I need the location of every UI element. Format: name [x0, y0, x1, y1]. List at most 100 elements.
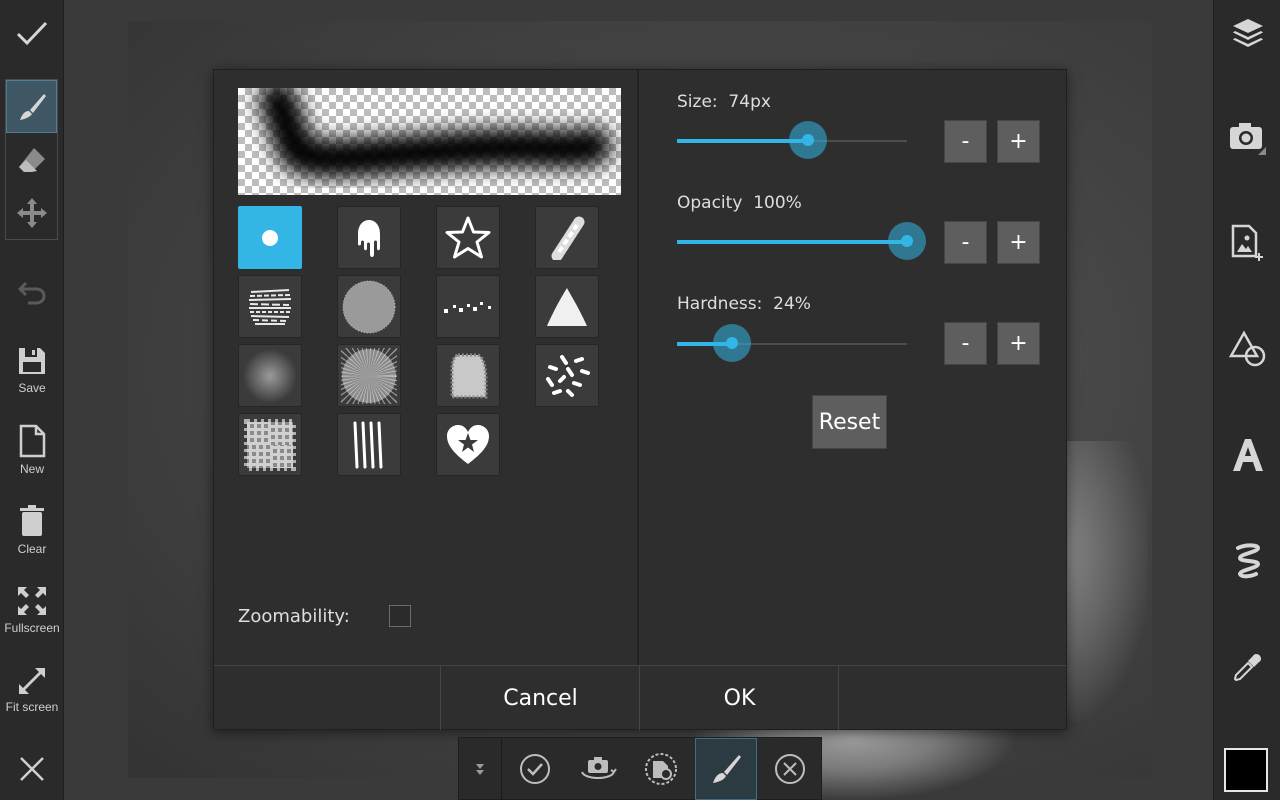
save-button[interactable]: Save: [0, 340, 64, 400]
brush-star[interactable]: [436, 206, 500, 269]
collapse-toolbar-button[interactable]: [459, 738, 501, 800]
close-circle-icon: [775, 754, 805, 784]
save-icon: [19, 348, 45, 374]
brush-soft-round[interactable]: [238, 344, 302, 407]
brush-icon: [713, 755, 741, 783]
apply-button[interactable]: [504, 738, 566, 800]
new-button[interactable]: New: [0, 420, 64, 480]
star-outline-icon: [445, 216, 491, 258]
text-button[interactable]: [1214, 430, 1280, 480]
brush-pencil-stroke[interactable]: [535, 206, 599, 269]
opacity-minus-button[interactable]: -: [944, 221, 987, 264]
move-icon: [16, 197, 47, 228]
squiggle-icon: [1235, 543, 1260, 579]
brush-preview: [238, 88, 621, 195]
brush-drip[interactable]: [337, 206, 401, 269]
rake-lines-icon: [353, 421, 383, 468]
size-slider-thumb[interactable]: [789, 121, 827, 159]
opacity-plus-button[interactable]: +: [997, 221, 1040, 264]
eraser-tool-button[interactable]: [6, 133, 57, 186]
close-button[interactable]: [0, 748, 64, 790]
brush-dry-brush[interactable]: [238, 275, 302, 338]
fit-screen-button[interactable]: Fit screen: [0, 660, 64, 720]
move-tool-button[interactable]: [6, 186, 57, 239]
brush-round-dot[interactable]: [238, 206, 302, 269]
brush-heart-star[interactable]: [436, 413, 500, 476]
cancel-tool-button[interactable]: [759, 738, 821, 800]
dry-brush-icon: [248, 288, 292, 325]
size-plus-button[interactable]: +: [997, 120, 1040, 163]
drip-icon: [358, 219, 380, 257]
soft-round-icon: [243, 348, 297, 403]
rough-texture-icon: [450, 353, 488, 398]
check-circle-icon: [520, 754, 550, 784]
camera-button[interactable]: [1214, 112, 1280, 162]
trash-icon: [20, 505, 44, 536]
clear-label: Clear: [17, 542, 47, 556]
clear-button[interactable]: Clear: [0, 500, 64, 560]
checkmark-icon: [16, 21, 48, 46]
ok-button[interactable]: OK: [640, 666, 839, 730]
save-label: Save: [18, 381, 46, 395]
done-button[interactable]: [0, 8, 64, 58]
eyedropper-button[interactable]: [1214, 642, 1280, 692]
adjust-image-button[interactable]: [630, 738, 692, 800]
layers-icon: [1232, 19, 1263, 47]
toolbar-divider: [501, 738, 502, 800]
splatter-texture-icon: [244, 418, 296, 471]
brush-rake-lines[interactable]: [337, 413, 401, 476]
hardness-plus-button[interactable]: +: [997, 322, 1040, 365]
zoomability-row: Zoomability:: [238, 602, 411, 630]
hardness-slider-thumb[interactable]: [713, 324, 751, 362]
brush-settings-panel: Size: 74px - + Opacity 100% - + Hardness…: [639, 70, 1066, 665]
brush-panel: Zoomability:: [214, 70, 638, 665]
cancel-button[interactable]: Cancel: [441, 666, 640, 730]
size-minus-button[interactable]: -: [944, 120, 987, 163]
new-document-icon: [19, 424, 46, 458]
shapes-button[interactable]: [1214, 324, 1280, 374]
brush-settings-button[interactable]: [695, 738, 757, 800]
brush-scatter-dots[interactable]: [436, 275, 500, 338]
brush-sponge[interactable]: [337, 275, 401, 338]
fullscreen-button[interactable]: Fullscreen: [0, 580, 64, 640]
bottom-toolbar: [458, 737, 822, 800]
size-slider[interactable]: [677, 121, 907, 159]
hardness-minus-button[interactable]: -: [944, 322, 987, 365]
reset-button[interactable]: Reset: [812, 395, 887, 449]
opacity-slider-thumb[interactable]: [888, 222, 926, 260]
brush-icon: [19, 93, 46, 120]
heart-star-icon: [447, 424, 489, 464]
round-dot-icon: [262, 229, 278, 246]
undo-icon: [17, 281, 46, 305]
right-toolbar: [1213, 0, 1280, 800]
undo-button[interactable]: [0, 268, 64, 314]
brush-tool-button[interactable]: [6, 80, 57, 133]
sponge-icon: [342, 280, 396, 333]
brush-splatter-texture[interactable]: [238, 413, 302, 476]
chevron-down-icon: [476, 764, 484, 775]
primary-color-swatch[interactable]: [1224, 748, 1268, 792]
confetti-icon: [546, 354, 590, 397]
dialog-footer: Cancel OK: [214, 665, 1066, 730]
layers-button[interactable]: [1214, 8, 1280, 58]
rotate-camera-button[interactable]: [567, 738, 629, 800]
opacity-slider[interactable]: [677, 222, 926, 260]
brush-chalk-triangle[interactable]: [535, 275, 599, 338]
camera-icon: [1229, 123, 1266, 155]
brush-settings-dialog: Zoomability: Size: 74px - + Opacity 100%…: [213, 69, 1067, 730]
effects-button[interactable]: [1214, 536, 1280, 586]
fullscreen-icon: [18, 587, 46, 615]
brush-confetti[interactable]: [535, 344, 599, 407]
brush-rough-texture[interactable]: [436, 344, 500, 407]
left-toolbar: Save New Clear Fullscreen Fit screen: [0, 0, 64, 800]
opacity-label: Opacity 100%: [677, 193, 802, 213]
zoomability-checkbox[interactable]: [389, 605, 411, 627]
rotate-camera-icon: [581, 757, 617, 779]
new-label: New: [19, 462, 44, 476]
add-image-button[interactable]: [1214, 218, 1280, 268]
text-icon: [1232, 439, 1263, 471]
brush-noise-round[interactable]: [337, 344, 401, 407]
hardness-slider[interactable]: [677, 324, 907, 362]
footer-divider: [838, 666, 839, 730]
eraser-icon: [18, 147, 45, 172]
